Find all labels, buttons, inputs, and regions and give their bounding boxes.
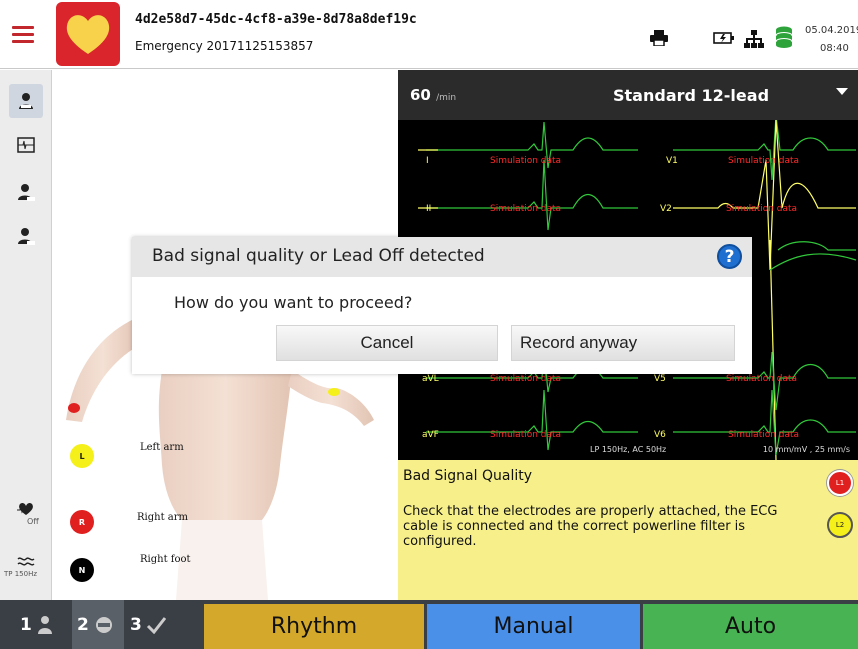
database-icon — [775, 26, 793, 52]
step-2-number: 2 — [77, 615, 89, 635]
header-bar: 4d2e58d7-45dc-4cf8-a39e-8d78a8def19c Eme… — [0, 0, 858, 69]
heart-rate: 60 /min — [410, 86, 456, 104]
electrode-n-label: Right foot — [140, 554, 191, 565]
record-name: Emergency 20171125153857 — [135, 39, 314, 53]
patient-step-icon — [37, 616, 52, 634]
rhythm-button[interactable]: Rhythm — [204, 604, 424, 649]
lead-label: V2 — [660, 204, 672, 214]
lead-label: V6 — [654, 430, 666, 440]
record-anyway-button[interactable]: Record anyway — [511, 325, 735, 361]
simulation-label: Simulation data — [728, 156, 800, 166]
help-icon[interactable]: ? — [717, 244, 742, 269]
step-2[interactable]: 2 — [77, 610, 115, 640]
electrode-r-label: Right arm — [137, 512, 188, 523]
header-date: 05.04.2019 — [805, 25, 858, 36]
simulation-label: Simulation data — [490, 374, 562, 384]
electrode-l-dot: L — [70, 444, 94, 468]
lead-label: aVF — [422, 430, 439, 440]
signal-quality-title: Bad Signal Quality — [403, 468, 533, 484]
heart-rate-value: 60 — [410, 86, 431, 104]
dialog-header: Bad signal quality or Lead Off detected … — [132, 237, 752, 277]
checkmark-icon — [146, 617, 166, 634]
simulation-label: Simulation data — [490, 156, 562, 166]
lead-label: I — [426, 156, 429, 166]
signal-quality-message: Check that the electrodes are properly a… — [403, 504, 778, 549]
hamburger-menu-icon[interactable] — [12, 26, 34, 44]
lead-indicator-l2: L2 — [827, 512, 853, 538]
patient-report-icon[interactable] — [9, 176, 43, 210]
electrode-step-icon — [95, 617, 112, 633]
heart-rate-unit: /min — [436, 93, 457, 103]
app-window: 4d2e58d7-45dc-4cf8-a39e-8d78a8def19c Eme… — [0, 0, 858, 649]
printer-icon[interactable] — [650, 30, 668, 50]
simulation-label: Simulation data — [726, 374, 798, 384]
manual-button[interactable]: Manual — [427, 604, 640, 649]
electrode-n-dot: N — [70, 558, 94, 582]
ecg-header: 60 /min Standard 12-lead — [398, 70, 858, 120]
chevron-down-icon[interactable] — [836, 88, 848, 95]
ecg-scale-info: 10 mm/mV , 25 mm/s — [762, 445, 850, 454]
lead-label: aVL — [422, 374, 439, 384]
simulation-label: Simulation data — [490, 430, 562, 440]
bottom-bar: 1 2 3 Rhythm Manual Auto — [0, 600, 858, 649]
signal-quality-panel: Bad Signal Quality Check that the electr… — [398, 460, 858, 600]
patient-id: 4d2e58d7-45dc-4cf8-a39e-8d78a8def19c — [135, 12, 417, 27]
step-1-number: 1 — [20, 615, 32, 635]
pacemaker-state: Off — [27, 517, 39, 526]
simulation-label: Simulation data — [728, 430, 800, 440]
lead-indicator-l1: L1 — [827, 470, 853, 496]
dialog-title: Bad signal quality or Lead Off detected — [152, 246, 485, 266]
dialog-question: How do you want to proceed? — [174, 293, 413, 312]
left-sidebar: Off TP 150Hz — [0, 70, 52, 600]
step-1[interactable]: 1 — [20, 610, 54, 640]
electrode-l-label: Left arm — [140, 442, 184, 453]
ecg-filter-info: LP 150Hz, AC 50Hz — [590, 445, 667, 454]
simulation-label: Simulation data — [490, 204, 562, 214]
lead-label: V1 — [666, 156, 678, 166]
lead-label: II — [426, 204, 432, 214]
electrode-r-dot: R — [70, 510, 94, 534]
network-icon — [744, 30, 764, 52]
battery-charging-icon — [713, 30, 735, 49]
step-3-number: 3 — [130, 615, 142, 635]
auto-button[interactable]: Auto — [643, 604, 858, 649]
heart-logo — [56, 2, 120, 66]
lead-label: V5 — [654, 374, 666, 384]
patient-icon[interactable] — [9, 84, 43, 118]
step-3[interactable]: 3 — [130, 610, 166, 640]
header-time: 08:40 — [820, 43, 849, 54]
simulation-label: Simulation data — [726, 204, 798, 214]
cancel-button[interactable]: Cancel — [276, 325, 498, 361]
patient-data-icon[interactable] — [9, 220, 43, 254]
ecg-view-icon[interactable] — [9, 128, 43, 162]
lead-off-dialog: Bad signal quality or Lead Off detected … — [132, 237, 752, 374]
lead-config-title[interactable]: Standard 12-lead — [613, 86, 769, 105]
filter-label: TP 150Hz — [4, 570, 38, 578]
